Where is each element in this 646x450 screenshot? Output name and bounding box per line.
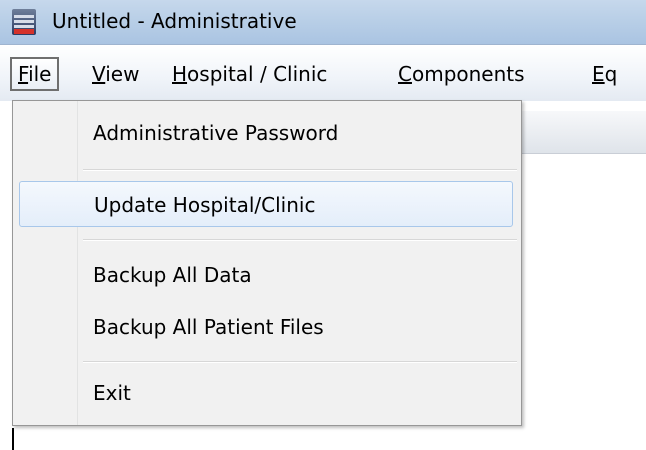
menu-equipment[interactable]: Eq (586, 59, 623, 89)
menu-components[interactable]: Components (392, 59, 531, 89)
menu-item-backup-all-data[interactable]: Backup All Data (93, 259, 252, 291)
menu-icon-column (13, 101, 78, 425)
title-bar: Untitled - Administrative (0, 0, 646, 45)
menu-item-backup-all-patient-files[interactable]: Backup All Patient Files (93, 311, 324, 343)
window-title: Untitled - Administrative (52, 9, 297, 33)
menu-separator (83, 361, 517, 363)
menu-item-update-hospital-clinic[interactable]: Update Hospital/Clinic (19, 181, 513, 227)
menu-bar: File View Hospital / Clinic Components E… (0, 45, 646, 101)
app-icon[interactable] (12, 9, 36, 35)
text-cursor (12, 428, 14, 450)
toolbar-strip (520, 111, 646, 154)
menu-item-exit[interactable]: Exit (93, 377, 131, 409)
menu-file[interactable]: File (10, 57, 60, 91)
menu-view[interactable]: View (86, 59, 145, 89)
file-menu-dropdown: Administrative Password Update Hospital/… (12, 100, 522, 426)
menu-separator (83, 239, 517, 241)
menu-hospital-clinic[interactable]: Hospital / Clinic (166, 59, 333, 89)
menu-item-administrative-password[interactable]: Administrative Password (93, 117, 338, 149)
menu-separator (83, 169, 517, 171)
